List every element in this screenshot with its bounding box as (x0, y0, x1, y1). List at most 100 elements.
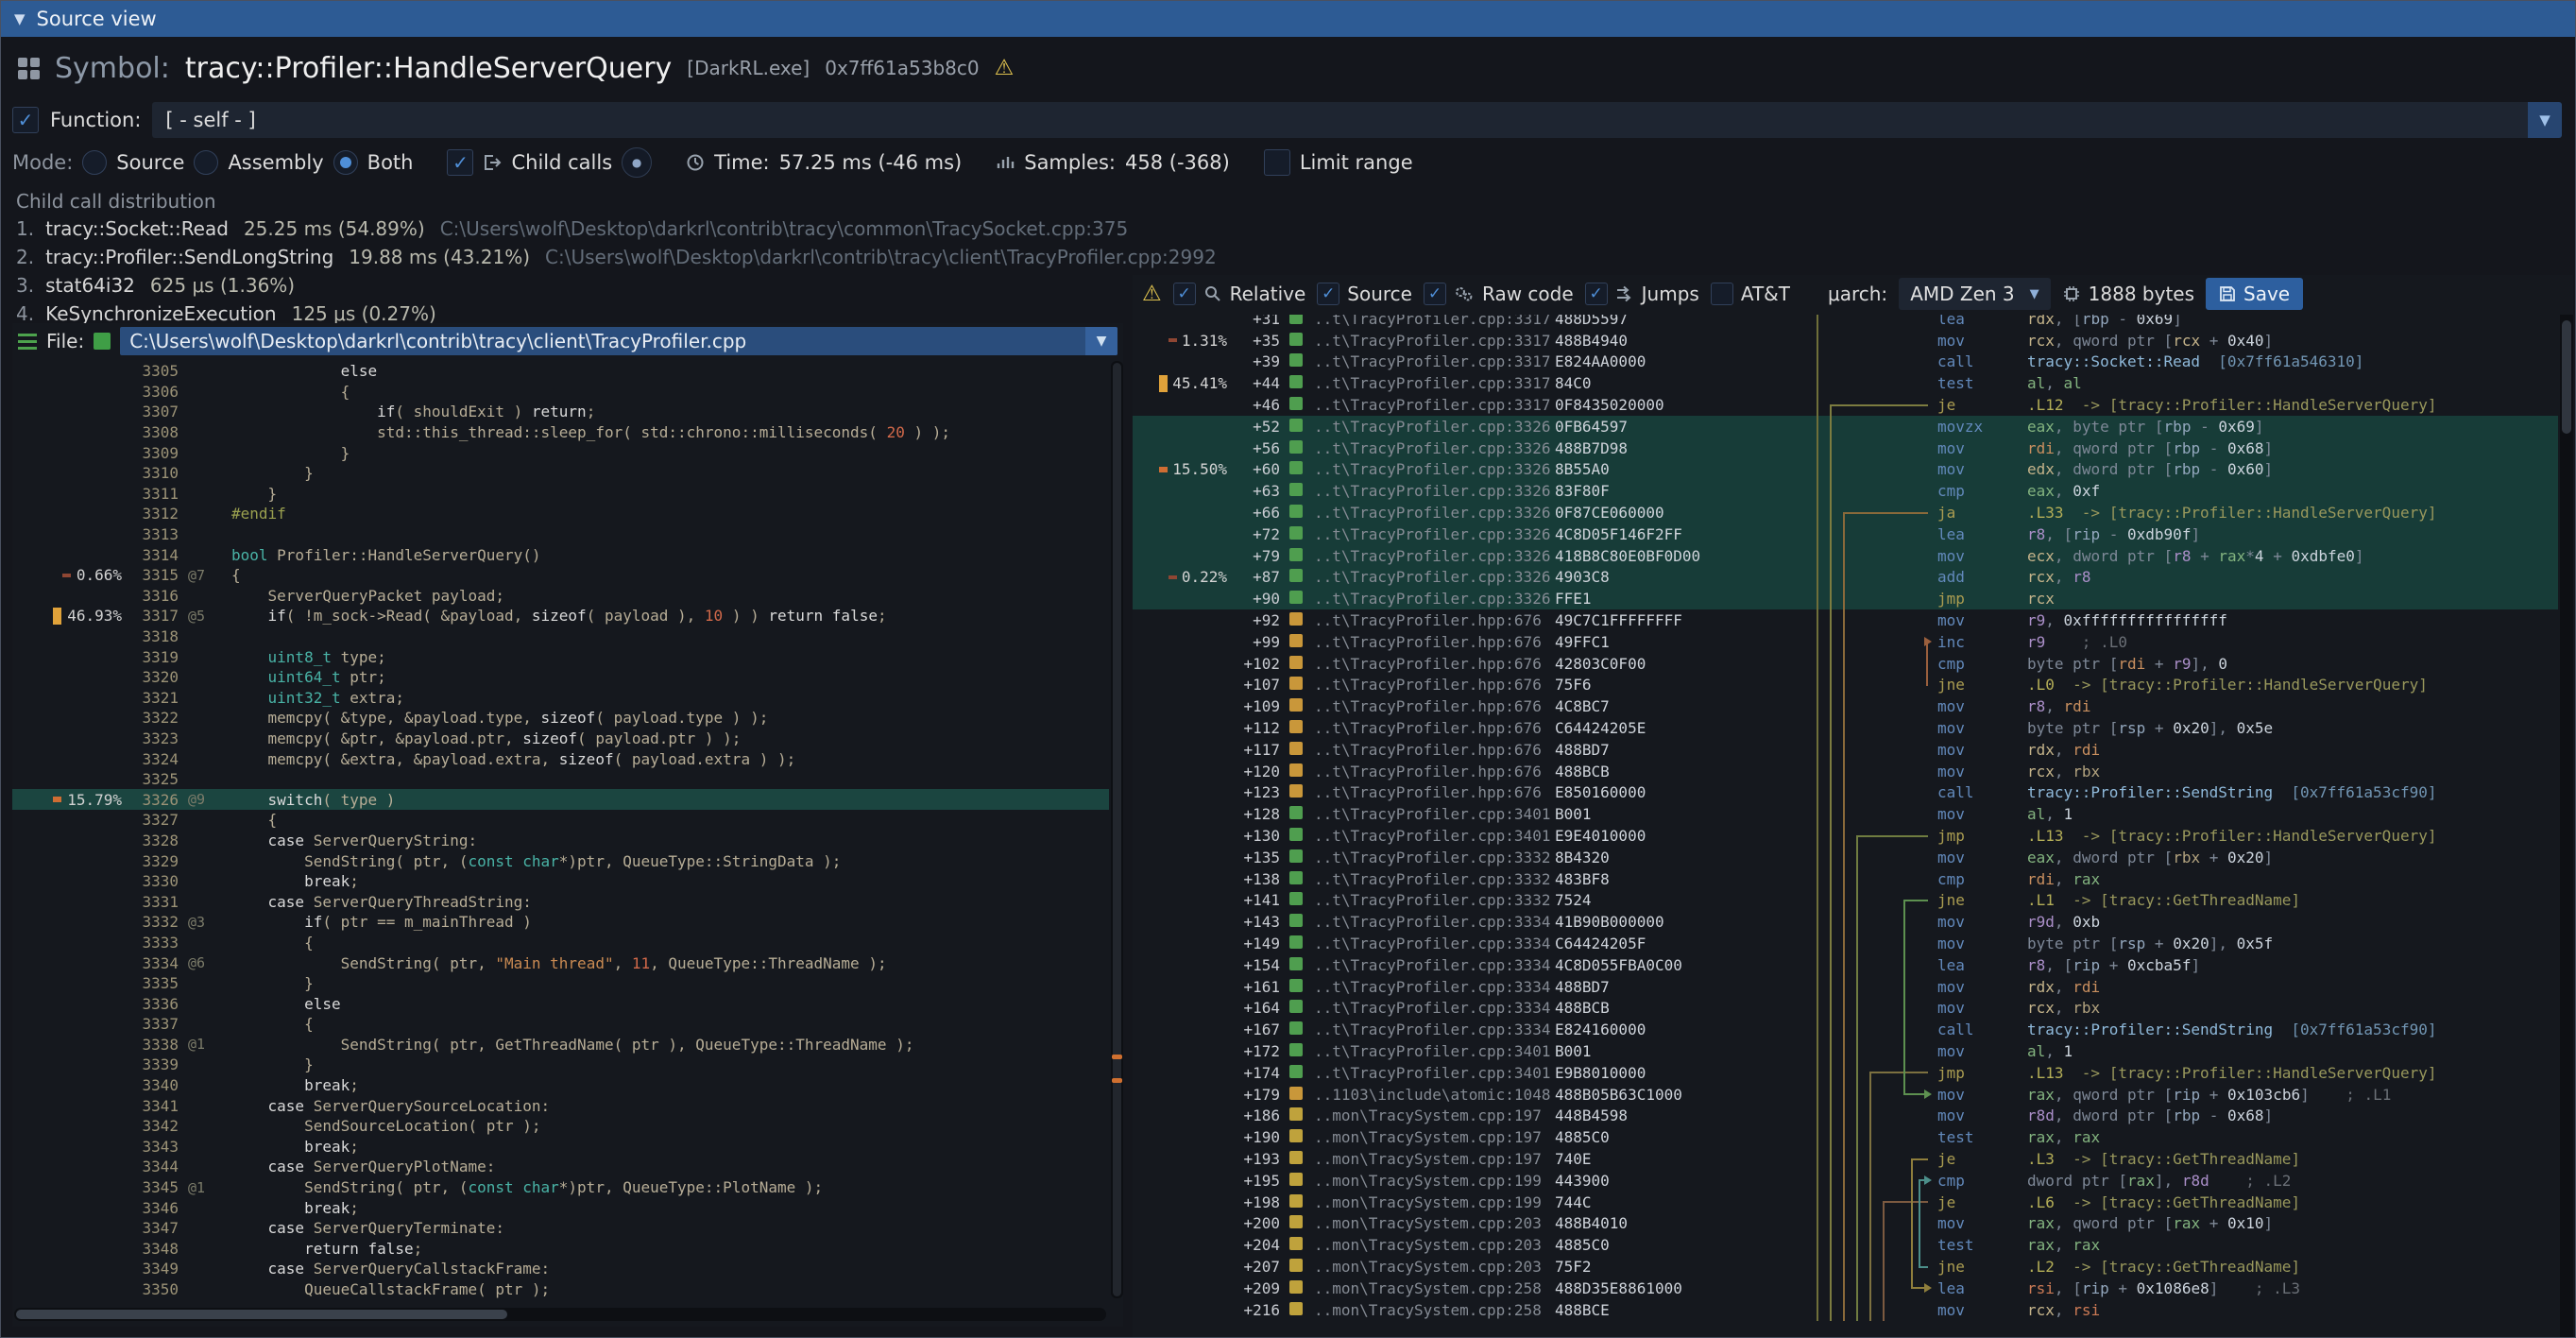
child-call-item[interactable]: 2.tracy::Profiler::SendLongString19.88 m… (16, 243, 1217, 271)
source-line-row[interactable]: 3336 else (12, 993, 1109, 1014)
source-line-row[interactable]: 3328 case ServerQueryString: (12, 831, 1109, 851)
round-toggle-button[interactable]: ● (622, 147, 652, 178)
source-line-row[interactable]: 46.93%3317@5 if( !m_sock->Read( &payload… (12, 606, 1109, 626)
child-calls-checkbox[interactable]: ✓ (447, 149, 473, 176)
asm-row[interactable]: +216..mon\TracySystem.cpp:258488BCEmovrc… (1133, 1299, 2558, 1321)
asm-row[interactable]: +174..t\TracyProfiler.cpp:3401E9B8010000… (1133, 1062, 2558, 1084)
source-line-row[interactable]: 3348 return false; (12, 1239, 1109, 1260)
raw-code-checkbox[interactable]: ✓ (1424, 283, 1446, 305)
hot-line-marker[interactable] (1112, 1078, 1122, 1083)
source-line-row[interactable]: 3327 { (12, 810, 1109, 831)
relative-label[interactable]: Relative (1230, 283, 1306, 305)
asm-row[interactable]: +195..mon\TracySystem.cpp:199443900cmpdw… (1133, 1170, 2558, 1192)
source-line-row[interactable]: 3318 (12, 626, 1109, 647)
att-checkbox[interactable] (1711, 283, 1733, 305)
source-line-row[interactable]: 3343 break; (12, 1137, 1109, 1158)
asm-row[interactable]: +109..t\TracyProfiler.hpp:6764C8BC7movr8… (1133, 695, 2558, 717)
uarch-combo[interactable]: AMD Zen 3 ▼ (1899, 278, 2050, 310)
source-line-row[interactable]: 3339 } (12, 1055, 1109, 1075)
source-line-row[interactable]: 3313 (12, 524, 1109, 545)
asm-row[interactable]: +161..t\TracyProfiler.cpp:3334488BD7movr… (1133, 976, 2558, 998)
asm-row[interactable]: +92..t\TracyProfiler.hpp:67649C7C1FFFFFF… (1133, 609, 2558, 631)
asm-row[interactable]: +154..t\TracyProfiler.cpp:33344C8D055FBA… (1133, 954, 2558, 976)
file-combo[interactable]: C:\Users\wolf\Desktop\darkrl\contrib\tra… (120, 327, 1117, 355)
asm-row[interactable]: +117..t\TracyProfiler.hpp:676488BD7movrd… (1133, 739, 2558, 761)
source-line-row[interactable]: 3333 { (12, 933, 1109, 953)
asm-row[interactable]: +120..t\TracyProfiler.hpp:676488BCBmovrc… (1133, 761, 2558, 782)
asm-row[interactable]: 15.50%+60..t\TracyProfiler.cpp:33268B55A… (1133, 459, 2558, 481)
asm-row[interactable]: +141..t\TracyProfiler.cpp:33327524jne.L1… (1133, 890, 2558, 912)
asm-row[interactable]: +102..t\TracyProfiler.hpp:67642803C0F00c… (1133, 653, 2558, 675)
source-line-row[interactable]: 3309 } (12, 442, 1109, 463)
asm-row[interactable]: +112..t\TracyProfiler.hpp:676C64424205Em… (1133, 717, 2558, 739)
source-line-row[interactable]: 3323 memcpy( &ptr, &payload.ptr, sizeof(… (12, 729, 1109, 749)
source-vertical-scrollbar[interactable] (1111, 361, 1123, 1298)
source-line-row[interactable]: 3345@1 SendString( ptr, (const char*)ptr… (12, 1177, 1109, 1198)
child-calls-label[interactable]: Child calls (511, 151, 612, 174)
title-bar[interactable]: ▼ Source view (1, 1, 2575, 37)
source-line-row[interactable]: 3342 SendSourceLocation( ptr ); (12, 1116, 1109, 1137)
asm-row[interactable]: +179..1103\include\atomic:1048488B05B63C… (1133, 1084, 2558, 1106)
source-line-row[interactable]: 3308 std::this_thread::sleep_for( std::c… (12, 422, 1109, 443)
asm-row[interactable]: +167..t\TracyProfiler.cpp:3334E824160000… (1133, 1019, 2558, 1040)
asm-row[interactable]: +46..t\TracyProfiler.cpp:33170F843502000… (1133, 394, 2558, 416)
asm-row[interactable]: +107..t\TracyProfiler.hpp:67675F6jne.L0 … (1133, 675, 2558, 696)
source-horizontal-scrollbar[interactable] (14, 1308, 1106, 1321)
asm-row[interactable]: +200..mon\TracySystem.cpp:203488B4010mov… (1133, 1212, 2558, 1234)
function-combo[interactable]: [ - self - ] ▼ (152, 102, 2562, 138)
source-checkbox[interactable]: ✓ (1317, 283, 1339, 305)
jumps-label[interactable]: Jumps (1642, 283, 1699, 305)
chevron-down-icon[interactable]: ▼ (2528, 102, 2562, 138)
scrollbar-handle[interactable] (16, 1310, 507, 1319)
source-line-row[interactable]: 3350 QueueCallstackFrame( ptr ); (12, 1279, 1109, 1298)
source-label[interactable]: Source (1347, 283, 1412, 305)
source-line-row[interactable]: 3341 case ServerQuerySourceLocation: (12, 1095, 1109, 1116)
asm-row[interactable]: +99..t\TracyProfiler.hpp:67649FFC1incr9 … (1133, 631, 2558, 653)
source-line-row[interactable]: 3306 { (12, 382, 1109, 403)
asm-row[interactable]: +135..t\TracyProfiler.cpp:33328B4320move… (1133, 847, 2558, 868)
source-line-row[interactable]: 3312#endif (12, 504, 1109, 524)
source-line-row[interactable]: 3335 } (12, 973, 1109, 994)
source-line-row[interactable]: 3337 { (12, 1014, 1109, 1035)
asm-row[interactable]: +172..t\TracyProfiler.cpp:3401B001moval,… (1133, 1040, 2558, 1062)
asm-row[interactable]: 1.31%+35..t\TracyProfiler.cpp:3317488B49… (1133, 330, 2558, 352)
att-label[interactable]: AT&T (1741, 283, 1790, 305)
asm-row[interactable]: +198..mon\TracySystem.cpp:199744Cje.L6 -… (1133, 1192, 2558, 1213)
relative-checkbox[interactable]: ✓ (1173, 283, 1196, 305)
source-line-row[interactable]: 3329 SendString( ptr, (const char*)ptr, … (12, 850, 1109, 871)
source-line-row[interactable]: 3319 uint8_t type; (12, 646, 1109, 667)
source-line-row[interactable]: 3305 else (12, 361, 1109, 382)
asm-row[interactable]: +209..mon\TracySystem.cpp:258488D35E8861… (1133, 1278, 2558, 1299)
source-line-row[interactable]: 3347 case ServerQueryTerminate: (12, 1218, 1109, 1239)
function-checkbox[interactable]: ✓ (12, 107, 39, 133)
asm-row[interactable]: +143..t\TracyProfiler.cpp:333441B90B0000… (1133, 911, 2558, 933)
source-line-row[interactable]: 3338@1 SendString( ptr, GetThreadName( p… (12, 1035, 1109, 1055)
source-line-row[interactable]: 3314bool Profiler::HandleServerQuery() (12, 544, 1109, 565)
radio-source[interactable] (82, 150, 107, 175)
source-line-row[interactable]: 3334@6 SendString( ptr, "Main thread", 1… (12, 952, 1109, 973)
asm-row[interactable]: +123..t\TracyProfiler.hpp:676E850160000c… (1133, 782, 2558, 804)
radio-source-label[interactable]: Source (116, 151, 184, 174)
child-call-item[interactable]: 1.tracy::Socket::Read25.25 ms (54.89%)C:… (16, 214, 1217, 243)
source-line-row[interactable]: 3331 case ServerQueryThreadString: (12, 891, 1109, 912)
source-line-row[interactable]: 3349 case ServerQueryCallstackFrame: (12, 1259, 1109, 1279)
raw-code-label[interactable]: Raw code (1482, 283, 1574, 305)
asm-row[interactable]: +207..mon\TracySystem.cpp:20375F2jne.L2 … (1133, 1256, 2558, 1278)
jumps-checkbox[interactable]: ✓ (1585, 283, 1608, 305)
assembly-vertical-scrollbar[interactable] (2560, 315, 2573, 1337)
source-line-row[interactable]: 3330 break; (12, 871, 1109, 892)
asm-row[interactable]: +138..t\TracyProfiler.cpp:3332483BF8cmpr… (1133, 868, 2558, 890)
source-line-row[interactable]: 3321 uint32_t extra; (12, 688, 1109, 709)
save-button[interactable]: Save (2206, 278, 2303, 310)
limit-range-checkbox[interactable] (1264, 149, 1290, 176)
source-line-row[interactable]: 3320 uint64_t ptr; (12, 667, 1109, 688)
child-call-item[interactable]: 3.stat64i32625 μs (1.36%) (16, 271, 1217, 300)
radio-both-label[interactable]: Both (367, 151, 414, 174)
asm-row[interactable]: +79..t\TracyProfiler.cpp:3326418B8C80E0B… (1133, 545, 2558, 567)
asm-row[interactable]: +56..t\TracyProfiler.cpp:3326488B7D98mov… (1133, 437, 2558, 459)
asm-row[interactable]: +204..mon\TracySystem.cpp:2034885C0testr… (1133, 1234, 2558, 1256)
source-line-row[interactable]: 3346 break; (12, 1197, 1109, 1218)
source-line-row[interactable]: 3316 ServerQueryPacket payload; (12, 586, 1109, 607)
asm-row[interactable]: +39..t\TracyProfiler.cpp:3317E824AA0000c… (1133, 352, 2558, 373)
asm-row[interactable]: +66..t\TracyProfiler.cpp:33260F87CE06000… (1133, 502, 2558, 523)
